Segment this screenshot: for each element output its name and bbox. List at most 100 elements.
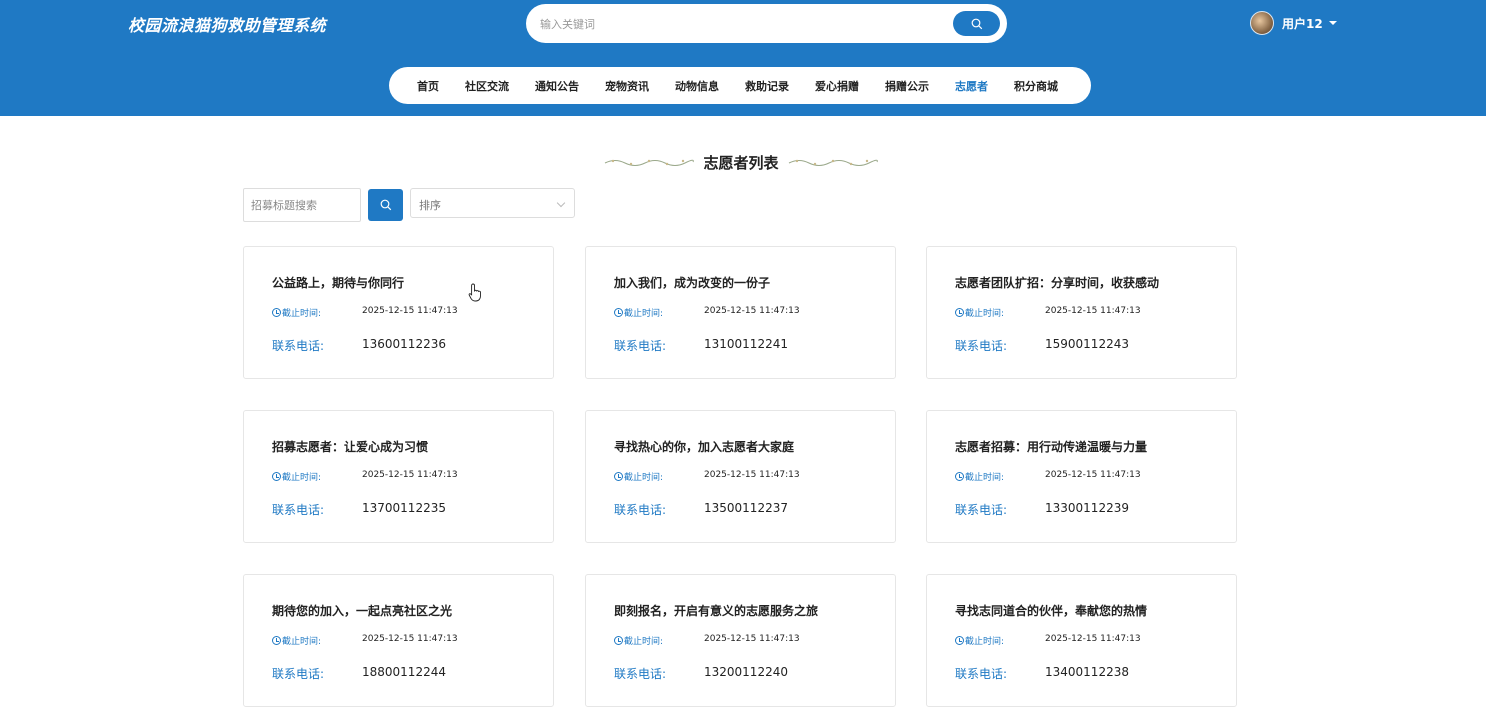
site-brand[interactable]: 校园流浪猫狗救助管理系统 [128, 12, 326, 36]
deadline-label-text: 截止时间: [624, 473, 664, 483]
nav-item-3[interactable]: 宠物资讯 [605, 78, 649, 94]
header-search [526, 4, 1007, 43]
clock-icon [272, 472, 281, 481]
card-deadline-label: 截止时间: [955, 470, 1004, 483]
title-search-button[interactable] [368, 189, 403, 221]
card-deadline-label: 截止时间: [955, 634, 1004, 647]
card-deadline-label: 截止时间: [272, 306, 321, 319]
title-search-input[interactable] [243, 188, 361, 222]
header-search-button[interactable] [953, 11, 1000, 36]
header: 校园流浪猫狗救助管理系统 用户12 首页 社区交流 通知公告 宠物资讯 动物信息 救助记录… [0, 0, 1486, 116]
volunteer-card[interactable]: 期待您的加入，一起点亮社区之光截止时间: 2025-12-15 11:47:13 联… [243, 574, 554, 707]
header-search-input[interactable] [540, 13, 940, 35]
card-phone-value: 13300112239 [1045, 501, 1129, 515]
card-title: 寻找志同道合的伙伴，奉献您的热情 [955, 604, 1148, 618]
card-title: 志愿者招募：用行动传递温暖与力量 [955, 440, 1148, 454]
card-title: 公益路上，期待与你同行 [272, 276, 405, 290]
deadline-label-text: 截止时间: [965, 473, 1005, 483]
clock-icon [955, 308, 964, 317]
card-deadline-value: 2025-12-15 11:47:13 [704, 634, 800, 644]
user-menu[interactable]: 用户12 [1250, 11, 1337, 35]
clock-icon [614, 308, 623, 317]
nav-item-5[interactable]: 救助记录 [745, 78, 789, 94]
nav-item-8[interactable]: 志愿者 [955, 78, 988, 94]
deadline-label-text: 截止时间: [624, 637, 664, 647]
card-phone-label: 联系电话: [272, 667, 325, 681]
clock-icon [614, 636, 623, 645]
card-title: 寻找热心的你，加入志愿者大家庭 [614, 440, 795, 454]
card-phone-value: 13600112236 [362, 337, 446, 351]
clock-icon [272, 636, 281, 645]
page-title: 志愿者列表 [703, 153, 779, 172]
nav-item-7[interactable]: 捐赠公示 [885, 78, 929, 94]
deadline-label-text: 截止时间: [282, 309, 322, 319]
clock-icon [955, 472, 964, 481]
card-phone-label: 联系电话: [955, 667, 1008, 681]
card-deadline-label: 截止时间: [614, 634, 663, 647]
deadline-label-text: 截止时间: [282, 637, 322, 647]
deadline-label-text: 截止时间: [965, 637, 1005, 647]
clock-icon [272, 308, 281, 317]
card-deadline-value: 2025-12-15 11:47:13 [362, 306, 458, 316]
card-phone-label: 联系电话: [955, 339, 1008, 353]
card-phone-value: 13700112235 [362, 501, 446, 515]
card-deadline-label: 截止时间: [955, 306, 1004, 319]
card-deadline-label: 截止时间: [614, 470, 663, 483]
search-icon [971, 18, 982, 29]
card-deadline-label: 截止时间: [614, 306, 663, 319]
card-title: 期待您的加入，一起点亮社区之光 [272, 604, 453, 618]
volunteer-card[interactable]: 加入我们，成为改变的一份子截止时间: 2025-12-15 11:47:13 联系电… [585, 246, 896, 379]
card-deadline-label: 截止时间: [272, 470, 321, 483]
nav-item-9[interactable]: 积分商城 [1014, 78, 1058, 94]
sort-select-label: 排序 [419, 199, 441, 212]
card-phone-value: 15900112243 [1045, 337, 1129, 351]
card-title: 招募志愿者：让爱心成为习惯 [272, 440, 429, 454]
card-deadline-value: 2025-12-15 11:47:13 [362, 634, 458, 644]
card-deadline-value: 2025-12-15 11:47:13 [1045, 634, 1141, 644]
volunteer-card[interactable]: 招募志愿者：让爱心成为习惯 截止时间: 2025-12-15 11:47:13 联系电… [243, 410, 554, 543]
card-title: 志愿者团队扩招：分享时间，收获感动 [955, 276, 1160, 290]
user-name: 用户12 [1282, 16, 1323, 31]
volunteer-card[interactable]: 即刻报名，开启有意义的志愿服务之旅截止时间: 2025-12-15 11:47:1… [585, 574, 896, 707]
card-deadline-value: 2025-12-15 11:47:13 [704, 470, 800, 480]
caret-down-icon [1328, 21, 1337, 25]
sort-select[interactable]: 排序 [410, 188, 575, 218]
clock-icon [955, 636, 964, 645]
volunteer-card[interactable]: 志愿者团队扩招：分享时间，收获感动截止时间: 2025-12-15 11:47:1… [926, 246, 1237, 379]
card-phone-label: 联系电话: [955, 503, 1008, 517]
card-phone-value: 13400112238 [1045, 665, 1129, 679]
card-deadline-value: 2025-12-15 11:47:13 [362, 470, 458, 480]
card-phone-value: 13200112240 [704, 665, 788, 679]
volunteer-card[interactable]: 公益路上，期待与你同行截止时间: 2025-12-15 11:47:13 联系电话:… [243, 246, 554, 379]
nav-item-2[interactable]: 通知公告 [535, 78, 579, 94]
card-phone-value: 18800112244 [362, 665, 446, 679]
card-phone-value: 13100112241 [704, 337, 788, 351]
avatar [1250, 11, 1274, 35]
volunteer-card[interactable]: 寻找热心的你，加入志愿者大家庭截止时间: 2025-12-15 11:47:13 联… [585, 410, 896, 543]
deadline-label-text: 截止时间: [282, 473, 322, 483]
card-phone-label: 联系电话: [614, 339, 667, 353]
chevron-down-icon [556, 198, 566, 208]
hand-cursor-icon [468, 283, 481, 302]
card-deadline-value: 2025-12-15 11:47:13 [1045, 470, 1141, 480]
nav-item-4[interactable]: 动物信息 [675, 78, 719, 94]
card-title: 即刻报名，开启有意义的志愿服务之旅 [614, 604, 819, 618]
card-phone-label: 联系电话: [272, 339, 325, 353]
nav-item-6[interactable]: 爱心捐赠 [815, 78, 859, 94]
card-deadline-value: 2025-12-15 11:47:13 [1045, 306, 1141, 316]
clock-icon [614, 472, 623, 481]
search-icon [380, 199, 391, 211]
leaf-decoration-left-icon [605, 159, 695, 166]
main-nav: 首页 社区交流 通知公告 宠物资讯 动物信息 救助记录 爱心捐赠 捐赠公示 志愿者 积分商城 [389, 67, 1091, 104]
deadline-label-text: 截止时间: [624, 309, 664, 319]
nav-item-0[interactable]: 首页 [417, 78, 439, 94]
volunteer-card[interactable]: 志愿者招募：用行动传递温暖与力量截止时间: 2025-12-15 11:47:13… [926, 410, 1237, 543]
card-deadline-value: 2025-12-15 11:47:13 [704, 306, 800, 316]
card-title: 加入我们，成为改变的一份子 [614, 276, 771, 290]
leaf-decoration-right-icon [788, 159, 878, 166]
nav-item-1[interactable]: 社区交流 [465, 78, 509, 94]
card-deadline-label: 截止时间: [272, 634, 321, 647]
deadline-label-text: 截止时间: [965, 309, 1005, 319]
card-phone-label: 联系电话: [614, 503, 667, 517]
volunteer-card[interactable]: 寻找志同道合的伙伴，奉献您的热情截止时间: 2025-12-15 11:47:13… [926, 574, 1237, 707]
